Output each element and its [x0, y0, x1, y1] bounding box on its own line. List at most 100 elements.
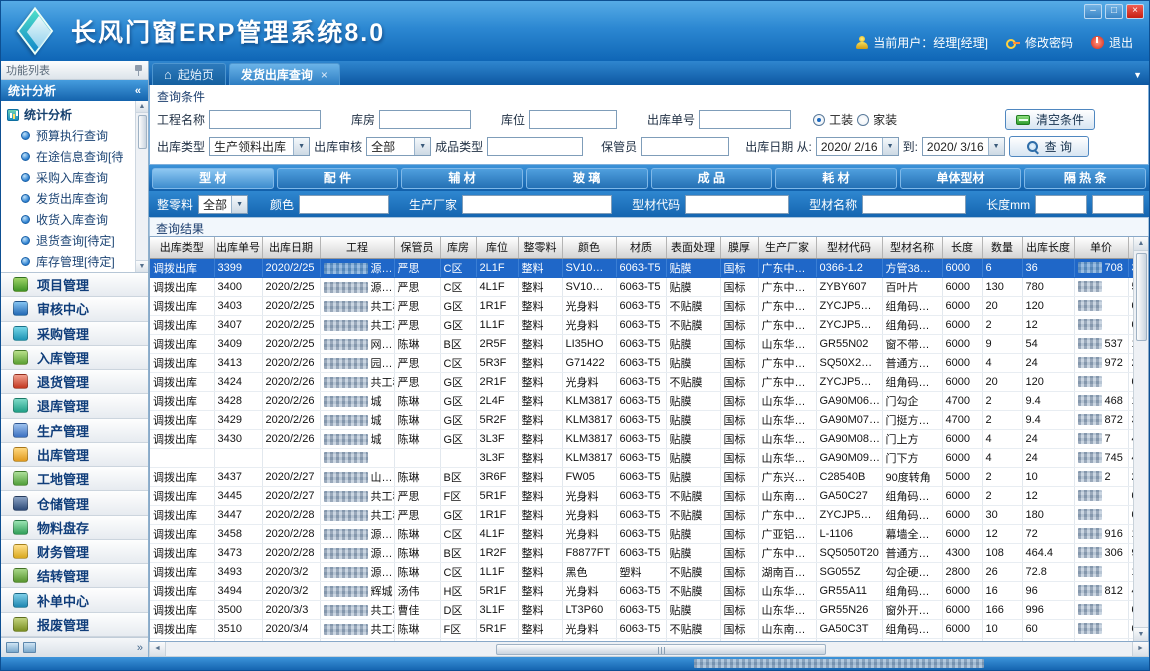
- sidebar-menu-item[interactable]: 财务管理: [1, 540, 148, 564]
- table-row[interactable]: 调拨出库34002020/2/25源…严思C区4L1F整料SV10…6063-T…: [150, 277, 1133, 296]
- material-tab[interactable]: 辅 材: [401, 168, 523, 189]
- sidebar-menu-item[interactable]: 审核中心: [1, 297, 148, 321]
- column-header[interactable]: 颜色: [562, 237, 616, 258]
- table-row[interactable]: 调拨出库34732020/2/28源…陈琳B区1R2F整料F8877FT6063…: [150, 543, 1133, 562]
- horizontal-scrollbar[interactable]: ◄ ►: [149, 642, 1149, 657]
- table-row[interactable]: 调拨出库34072020/2/25共工程严思G区1L1F整料光身料6063-T5…: [150, 315, 1133, 334]
- sidebar-menu-item[interactable]: 项目管理: [1, 273, 148, 297]
- search-button[interactable]: 查 询: [1009, 136, 1089, 157]
- sidebar-menu-item[interactable]: 报废管理: [1, 613, 148, 637]
- tab-shipping-outbound-query[interactable]: 发货出库查询 ×: [229, 63, 340, 85]
- tree-item[interactable]: 收货入库查询: [7, 209, 134, 230]
- column-header[interactable]: 型材代码: [816, 237, 882, 258]
- sidebar-menu-item[interactable]: 结转管理: [1, 564, 148, 588]
- project-name-input[interactable]: [209, 110, 321, 129]
- sidebar-menu-item[interactable]: 生产管理: [1, 419, 148, 443]
- sidebar-group-header[interactable]: 统计分析 «: [1, 80, 148, 101]
- table-row[interactable]: 调拨出库34942020/3/2辉城汤伟H区5R1F整料光身料6063-T5不贴…: [150, 581, 1133, 600]
- material-tab[interactable]: 玻 璃: [526, 168, 648, 189]
- sidebar-menu-item[interactable]: 物料盘存: [1, 516, 148, 540]
- scroll-up-icon[interactable]: ▲: [136, 101, 148, 113]
- material-tab[interactable]: 型 材: [152, 168, 274, 189]
- column-header[interactable]: 出库类型: [150, 237, 214, 258]
- expand-icon[interactable]: »: [137, 642, 143, 654]
- audit-select[interactable]: 全部 ▼: [366, 137, 431, 156]
- column-header[interactable]: 出库长度: [1022, 237, 1074, 258]
- table-row[interactable]: 调拨出库34032020/2/25共工程严思G区1R1F整料光身料6063-T5…: [150, 296, 1133, 315]
- workspace-icon[interactable]: [6, 642, 19, 653]
- column-header[interactable]: 数量: [982, 237, 1022, 258]
- tree-item[interactable]: 发货出库查询: [7, 188, 134, 209]
- material-tab[interactable]: 配 件: [277, 168, 399, 189]
- color-input[interactable]: [299, 195, 389, 214]
- modules-icon[interactable]: [23, 642, 36, 653]
- sidebar-menu-item[interactable]: 工地管理: [1, 467, 148, 491]
- table-row[interactable]: 调拨出库34582020/2/28源…陈琳C区4L1F整料光身料6063-T5贴…: [150, 524, 1133, 543]
- column-header[interactable]: 长度: [942, 237, 982, 258]
- tree-item[interactable]: 库存管理[待定]: [7, 251, 134, 272]
- tree-item[interactable]: 退货查询[待定]: [7, 230, 134, 251]
- vertical-scrollbar[interactable]: ▲ ▼: [1133, 237, 1148, 641]
- material-tab[interactable]: 隔 热 条: [1024, 168, 1146, 189]
- table-row[interactable]: 调拨出库34302020/2/26城陈琳G区3L3F整料KLM38176063-…: [150, 429, 1133, 448]
- table-row[interactable]: 调拨出库34932020/3/2源…陈琳C区1L1F整料黑色塑料不贴膜国标湖南百…: [150, 562, 1133, 581]
- scroll-left-icon[interactable]: ◄: [150, 642, 166, 656]
- minimize-button[interactable]: –: [1084, 4, 1102, 19]
- close-button[interactable]: ×: [1126, 4, 1144, 19]
- material-tab[interactable]: 单体型材: [900, 168, 1022, 189]
- scroll-down-icon[interactable]: ▼: [136, 260, 148, 272]
- whole-select[interactable]: 全部 ▼: [198, 195, 248, 214]
- tree-item[interactable]: 采购入库查询: [7, 167, 134, 188]
- sidebar-menu-item[interactable]: 采购管理: [1, 322, 148, 346]
- tab-close-icon[interactable]: ×: [321, 68, 328, 82]
- change-password-button[interactable]: 修改密码: [1006, 34, 1073, 51]
- scroll-right-icon[interactable]: ►: [1132, 642, 1148, 656]
- sidebar-menu-item[interactable]: 出库管理: [1, 443, 148, 467]
- table-row[interactable]: 调拨出库34292020/2/26城陈琳G区5R2F整料KLM38176063-…: [150, 410, 1133, 429]
- table-row[interactable]: 调拨出库34472020/2/28共工程严思G区1R1F整料光身料6063-T5…: [150, 505, 1133, 524]
- tab-home[interactable]: ⌂ 起始页: [152, 63, 226, 85]
- sidebar-menu-item[interactable]: 退库管理: [1, 394, 148, 418]
- table-row[interactable]: 调拨出库35122020/3/4共工程陈琳F区1L2F整料光身料6063-T5不…: [150, 638, 1133, 641]
- column-header[interactable]: 表面处理: [666, 237, 720, 258]
- table-row[interactable]: 调拨出库34452020/2/27共工程严思F区5R1F整料光身料6063-T5…: [150, 486, 1133, 505]
- sidebar-menu-item[interactable]: 仓储管理: [1, 491, 148, 515]
- date-to-picker[interactable]: 2020/ 3/16 ▼: [922, 137, 1005, 156]
- length-min-input[interactable]: [1035, 195, 1087, 214]
- table-row[interactable]: 调拨出库34282020/2/26城陈琳G区2L4F整料KLM38176063-…: [150, 391, 1133, 410]
- column-header[interactable]: 出库单号: [214, 237, 262, 258]
- tab-overflow-icon[interactable]: ▼: [1133, 70, 1142, 80]
- column-header[interactable]: 材质: [616, 237, 666, 258]
- sidebar-menu-item[interactable]: 退货管理: [1, 370, 148, 394]
- maximize-button[interactable]: □: [1105, 4, 1123, 19]
- column-header[interactable]: 工程: [320, 237, 394, 258]
- length-max-input[interactable]: [1092, 195, 1144, 214]
- column-header[interactable]: 库房: [440, 237, 476, 258]
- column-header[interactable]: 出库日期: [262, 237, 320, 258]
- tree-scrollbar[interactable]: ▲ ▼: [135, 101, 148, 272]
- table-row[interactable]: 3L3F整料KLM38176063-T5贴膜国标山东华…GA90M09…门下方6…: [150, 448, 1133, 467]
- column-header[interactable]: 保管员: [394, 237, 440, 258]
- code-input[interactable]: [685, 195, 789, 214]
- collapse-icon[interactable]: «: [135, 85, 141, 97]
- tree-root[interactable]: 统计分析: [7, 104, 134, 125]
- table-row[interactable]: 调拨出库34242020/2/26共工程严思G区2R1F整料光身料6063-T5…: [150, 372, 1133, 391]
- column-header[interactable]: 型材名称: [882, 237, 942, 258]
- product-type-input[interactable]: [487, 137, 583, 156]
- table-row[interactable]: 调拨出库33992020/2/25源…严思C区2L1F整料SV10…6063-T…: [150, 258, 1133, 277]
- logout-button[interactable]: 退出: [1091, 34, 1133, 51]
- material-tab[interactable]: 成 品: [651, 168, 773, 189]
- table-row[interactable]: 调拨出库35102020/3/4共工程陈琳F区5R1F整料光身料6063-T5不…: [150, 619, 1133, 638]
- name-input[interactable]: [862, 195, 966, 214]
- column-header[interactable]: 膜厚: [720, 237, 758, 258]
- location-input[interactable]: [529, 110, 617, 129]
- sidebar-menu-item[interactable]: 入库管理: [1, 346, 148, 370]
- out-type-select[interactable]: 生产领料出库 ▼: [209, 137, 310, 156]
- maker-input[interactable]: [462, 195, 612, 214]
- scroll-up-icon[interactable]: ▲: [1134, 237, 1148, 251]
- scroll-thumb[interactable]: [138, 115, 147, 149]
- tree-item[interactable]: 预算执行查询: [7, 125, 134, 146]
- column-header[interactable]: 整零料: [518, 237, 562, 258]
- table-row[interactable]: 调拨出库34132020/2/26园…严思C区5R3F整料G714226063-…: [150, 353, 1133, 372]
- radio-home[interactable]: 家装: [857, 111, 897, 128]
